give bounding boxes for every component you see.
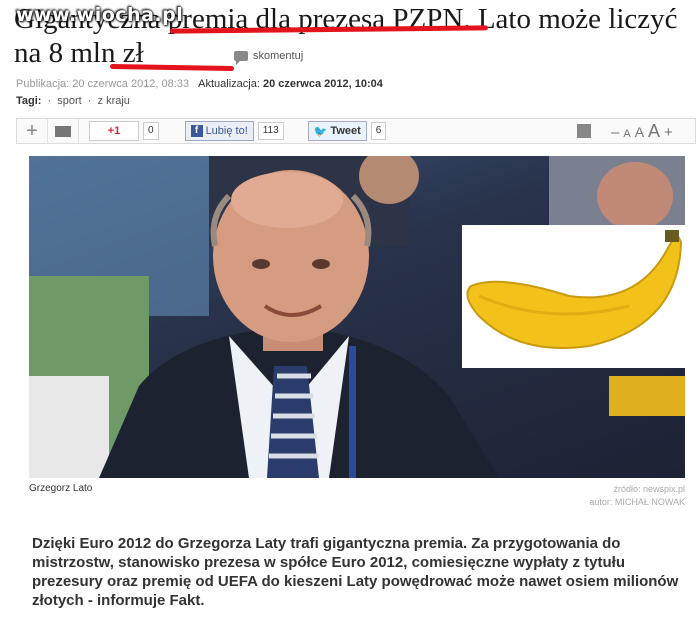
photo-caption: Grzegorz Lato (29, 483, 93, 494)
tweet-button[interactable]: 🐦 Tweet (307, 121, 367, 141)
photo-source: źródło: newspix.pl (613, 484, 685, 494)
site-watermark: www.wiocha.pl (16, 4, 184, 26)
facebook-icon: f (190, 125, 203, 137)
updated-value: 20 czerwca 2012, 10:04 (262, 78, 383, 90)
article-meta: Publikacja: 20 czerwca 2012, 08:33 Aktua… (16, 78, 383, 90)
updated-label: Aktualizacja: (198, 78, 260, 90)
gplus-count: 0 (143, 122, 159, 140)
twitter-bird-icon: 🐦 (313, 125, 328, 138)
font-decrease-button[interactable]: – (611, 124, 619, 141)
envelope-icon (55, 125, 71, 137)
photo-credits: źródło: newspix.pl autor: MICHAŁ NOWAK (589, 483, 685, 509)
font-increase-button[interactable]: + (664, 124, 673, 141)
photo-illustration (29, 156, 685, 478)
article-lead: Dzięki Euro 2012 do Grzegorza Laty trafi… (32, 535, 679, 609)
tag-z-kraju[interactable]: z kraju (98, 95, 130, 107)
gplus-button[interactable]: +1 (89, 121, 139, 141)
font-small-button[interactable]: A (623, 128, 630, 140)
red-underline-2 (109, 63, 235, 72)
comment-bubble-icon (234, 51, 248, 65)
font-size-control: – A A A + (611, 121, 673, 142)
tags-row: Tagi: · sport · z kraju (16, 95, 130, 107)
comment-label: skomentuj (253, 50, 304, 62)
tag-sport[interactable]: sport (57, 95, 81, 107)
tags-label: Tagi: (16, 95, 42, 107)
font-large-button[interactable]: A (648, 121, 660, 142)
published-value: 20 czerwca 2012, 08:33 (72, 78, 190, 90)
plus-icon[interactable]: + (17, 119, 48, 143)
photo-author: autor: MICHAŁ NOWAK (589, 497, 685, 507)
mail-button[interactable] (48, 119, 79, 143)
fb-like-button[interactable]: f Lubię to! (184, 121, 254, 141)
font-medium-button[interactable]: A (635, 124, 644, 140)
comment-link[interactable]: skomentuj (234, 50, 304, 65)
tweet-count: 6 (370, 122, 387, 140)
article-photo (29, 156, 685, 478)
tweet-label: Tweet (330, 125, 361, 137)
fb-like-label: Lubię to! (205, 125, 248, 137)
published-label: Publikacja: (16, 78, 70, 90)
gplus-label: +1 (107, 125, 121, 137)
print-icon[interactable] (577, 124, 591, 138)
fb-count: 113 (257, 122, 284, 140)
share-toolbar: + +1 0 f Lubię to! 113 🐦 Tweet 6 – A A A… (16, 118, 696, 144)
